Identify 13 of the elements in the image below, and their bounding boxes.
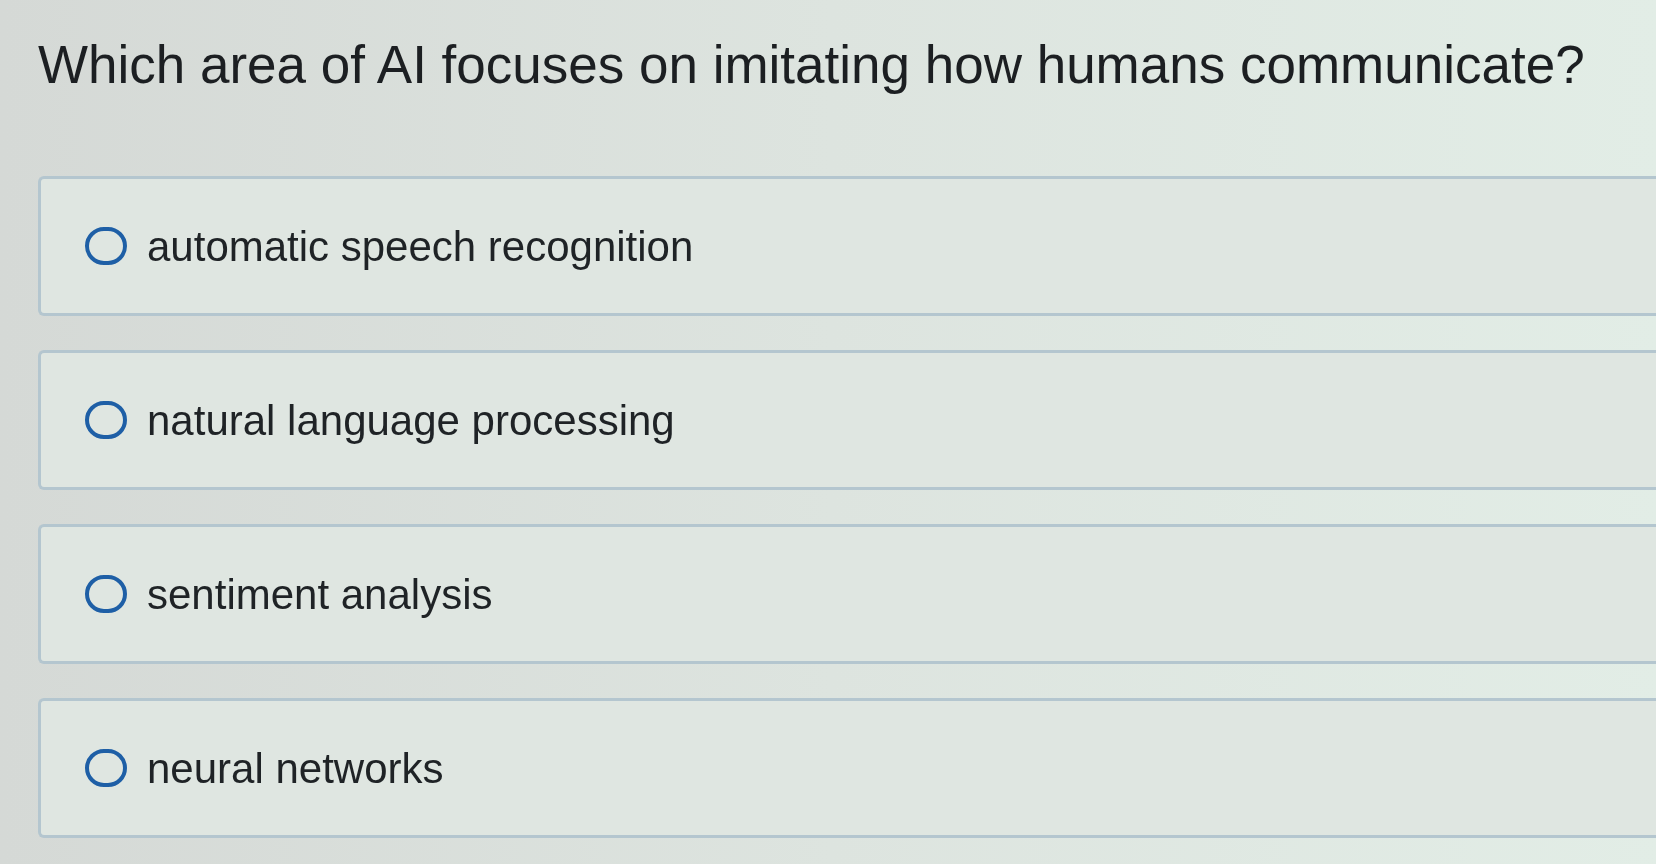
question-text: Which area of AI focuses on imitating how humans communicate? — [38, 34, 1585, 96]
option-label: sentiment analysis — [147, 569, 493, 620]
option-card[interactable]: natural language processing — [38, 350, 1656, 490]
radio-button[interactable] — [85, 227, 127, 265]
option-card[interactable]: sentiment analysis — [38, 524, 1656, 664]
option-card[interactable]: neural networks — [38, 698, 1656, 838]
option-label: automatic speech recognition — [147, 221, 694, 272]
radio-button[interactable] — [85, 401, 127, 439]
option-label: neural networks — [147, 743, 444, 794]
option-label: natural language processing — [147, 395, 675, 446]
radio-button[interactable] — [85, 575, 127, 613]
option-card[interactable]: automatic speech recognition — [38, 176, 1656, 316]
radio-button[interactable] — [85, 749, 127, 787]
